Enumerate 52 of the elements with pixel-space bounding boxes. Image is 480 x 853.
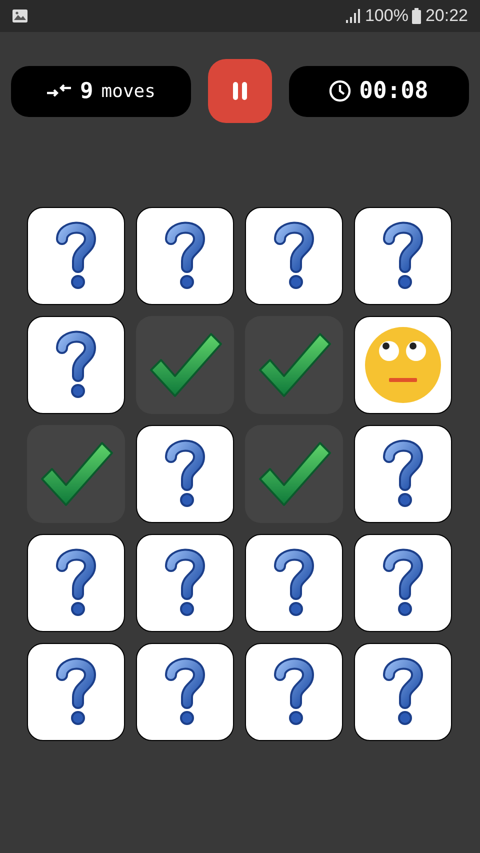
swap-arrows-icon bbox=[46, 84, 72, 98]
question-mark-icon bbox=[383, 657, 423, 727]
face-down-card[interactable] bbox=[27, 534, 125, 632]
checkmark-icon bbox=[38, 439, 114, 509]
timer-value: 00:08 bbox=[359, 76, 428, 106]
moves-label: moves bbox=[101, 80, 156, 104]
battery-percent: 100% bbox=[364, 5, 408, 28]
face-down-card[interactable] bbox=[136, 425, 234, 523]
face-down-card[interactable] bbox=[27, 316, 125, 414]
question-mark-icon bbox=[383, 548, 423, 618]
face-down-card[interactable] bbox=[354, 207, 452, 305]
question-mark-icon bbox=[56, 657, 96, 727]
checkmark-icon bbox=[256, 330, 332, 400]
question-mark-icon bbox=[165, 439, 205, 509]
face-down-card[interactable] bbox=[245, 534, 343, 632]
question-mark-icon bbox=[383, 439, 423, 509]
question-mark-icon bbox=[56, 221, 96, 291]
face-down-card[interactable] bbox=[27, 643, 125, 741]
face-down-card[interactable] bbox=[245, 643, 343, 741]
question-mark-icon bbox=[274, 548, 314, 618]
clock-time: 20:22 bbox=[425, 5, 468, 28]
checkmark-icon bbox=[147, 330, 223, 400]
face-down-card[interactable] bbox=[136, 643, 234, 741]
face-up-card[interactable] bbox=[354, 316, 452, 414]
face-down-card[interactable] bbox=[27, 207, 125, 305]
question-mark-icon bbox=[165, 657, 205, 727]
question-mark-icon bbox=[274, 221, 314, 291]
face-down-card[interactable] bbox=[354, 534, 452, 632]
matched-card[interactable] bbox=[245, 316, 343, 414]
question-mark-icon bbox=[165, 548, 205, 618]
face-down-card[interactable] bbox=[354, 643, 452, 741]
question-mark-icon bbox=[383, 221, 423, 291]
question-mark-icon bbox=[165, 221, 205, 291]
pause-icon bbox=[232, 81, 248, 101]
question-mark-icon bbox=[56, 548, 96, 618]
matched-card[interactable] bbox=[245, 425, 343, 523]
image-icon bbox=[12, 9, 28, 23]
eye-roll-face-icon bbox=[364, 326, 442, 404]
clock-icon bbox=[329, 80, 352, 102]
face-down-card[interactable] bbox=[136, 207, 234, 305]
matched-card[interactable] bbox=[27, 425, 125, 523]
question-mark-icon bbox=[274, 657, 314, 727]
battery-icon bbox=[412, 8, 422, 24]
matched-card[interactable] bbox=[136, 316, 234, 414]
moves-count: 9 bbox=[80, 78, 94, 106]
checkmark-icon bbox=[256, 439, 332, 509]
question-mark-icon bbox=[56, 330, 96, 400]
face-down-card[interactable] bbox=[245, 207, 343, 305]
face-down-card[interactable] bbox=[136, 534, 234, 632]
face-down-card[interactable] bbox=[354, 425, 452, 523]
signal-icon bbox=[344, 9, 361, 23]
pause-button[interactable] bbox=[208, 59, 272, 123]
